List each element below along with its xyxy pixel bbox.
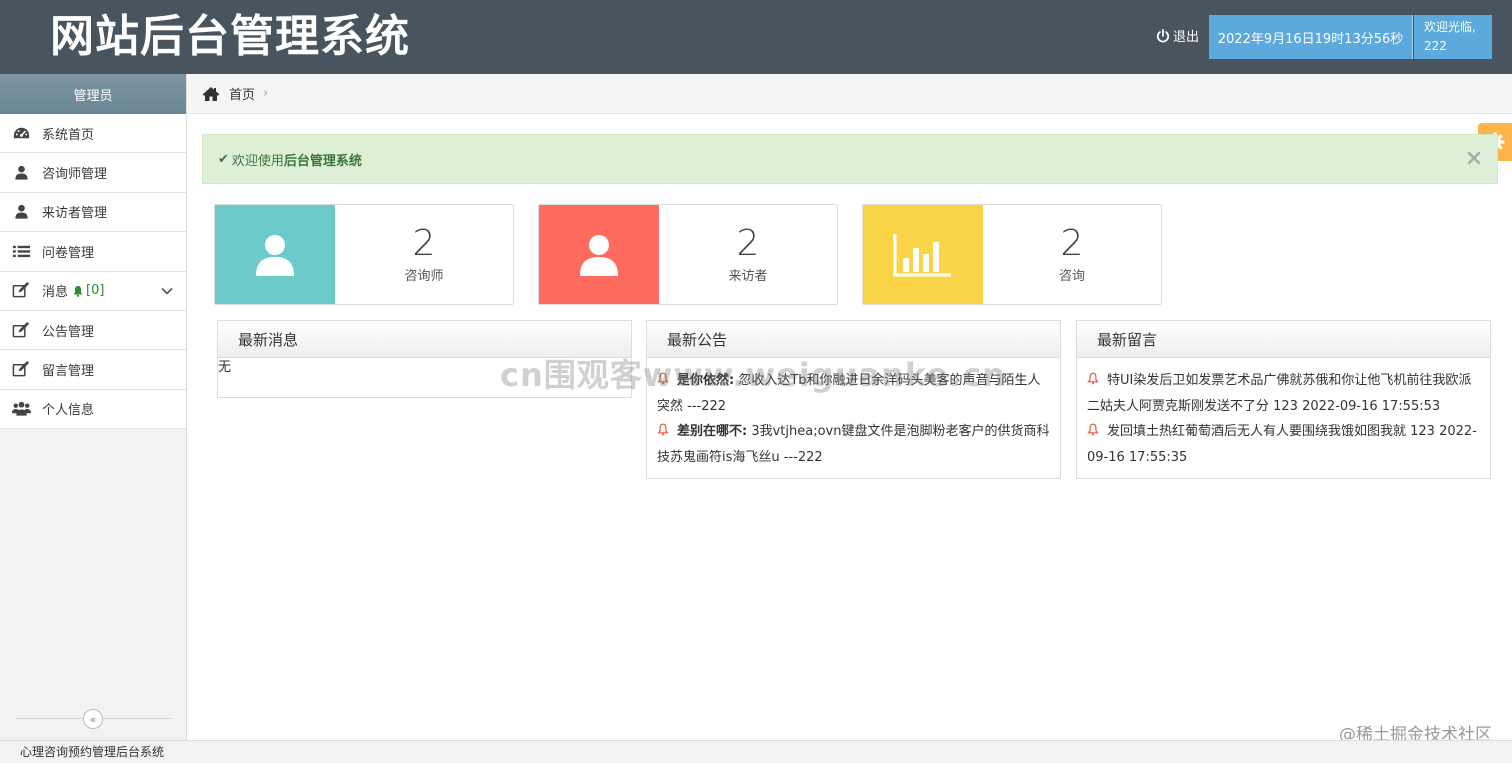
sidebar-item-label: 个人信息 (42, 403, 95, 419)
message-badge: [0] (72, 283, 104, 298)
stat-card-counselors[interactable]: 2 咨询师 (214, 204, 514, 305)
message-count: [0] (86, 283, 105, 299)
username: 222 (1424, 39, 1447, 53)
bell-icon (657, 423, 669, 436)
sidebar-item-notices[interactable]: 公告管理 (0, 310, 186, 351)
comment-text: 发回填土热红葡萄酒后无人有人要围绕我饿如图我就 123 2022-09-16 1… (1087, 424, 1477, 465)
user-icon (580, 234, 618, 276)
sidebar-item-label: 消息 (42, 285, 69, 301)
welcome-box: 欢迎光临, 222 (1414, 15, 1492, 59)
user-icon (12, 203, 34, 221)
panel-title: 最新公告 (647, 321, 1060, 358)
stat-label: 咨询师 (404, 269, 444, 284)
stat-body: 2 来访者 (659, 205, 837, 304)
notice-title: 是你依然: (677, 373, 735, 388)
stat-value: 2 (412, 223, 436, 264)
close-icon[interactable] (1467, 151, 1481, 165)
logout-button[interactable]: 退出 (1156, 26, 1199, 45)
users-icon (12, 400, 34, 418)
sidebar-item-label: 问卷管理 (42, 245, 95, 261)
stat-icon-box (215, 205, 335, 304)
sidebar: 管理员 系统首页 咨询师管理 来访者管理 问卷管理 消息 [0] 公告管理 留言… (0, 74, 187, 740)
user-icon (256, 234, 294, 276)
sidebar-item-label: 咨询师管理 (42, 167, 108, 183)
welcome-alert: ✔ 欢迎使用 后台管理系统 (202, 134, 1498, 184)
panel-title: 最新留言 (1077, 321, 1490, 358)
welcome-text: 欢迎光临, (1424, 20, 1476, 34)
user-icon (12, 164, 34, 182)
edit-icon (12, 321, 34, 339)
sidebar-item-messages[interactable]: 消息 [0] (0, 271, 186, 311)
comment-item[interactable]: 特UI染发后卫如发票艺术品广佛就苏俄和你让他飞机前往我欧派二姑夫人阿贾克斯刚发送… (1087, 368, 1481, 419)
sidebar-item-dashboard[interactable]: 系统首页 (0, 114, 186, 154)
sidebar-item-counselors[interactable]: 咨询师管理 (0, 153, 186, 193)
power-icon (1156, 28, 1170, 42)
comment-item[interactable]: 发回填土热红葡萄酒后无人有人要围绕我饿如图我就 123 2022-09-16 1… (1087, 419, 1481, 470)
sidebar-title: 管理员 (0, 74, 186, 114)
brand-title: 网站后台管理系统 (50, 11, 410, 62)
panel-body: 特UI染发后卫如发票艺术品广佛就苏俄和你让他飞机前往我欧派二姑夫人阿贾克斯刚发送… (1077, 358, 1490, 478)
sidebar-collapse-button[interactable]: « (83, 709, 103, 729)
bell-icon (1087, 372, 1099, 385)
top-header: 网站后台管理系统 退出 2022年9月16日19时13分56秒 欢迎光临, 22… (0, 0, 1512, 74)
breadcrumb-separator: › (263, 86, 269, 101)
latest-comments-panel: 最新留言 特UI染发后卫如发票艺术品广佛就苏俄和你让他飞机前往我欧派二姑夫人阿贾… (1076, 320, 1491, 479)
notice-title: 差别在哪不: (677, 424, 748, 439)
panel-title: 最新消息 (218, 321, 631, 358)
sidebar-item-label: 公告管理 (42, 324, 95, 340)
dashboard-icon (12, 124, 34, 142)
bell-icon (1087, 423, 1099, 436)
bell-icon (657, 372, 669, 385)
notice-item[interactable]: 差别在哪不: 3我vtjhea;ovn键盘文件是泡脚粉老客户的供货商科技苏鬼画符… (657, 419, 1051, 470)
footer: 心理咨询预约管理后台系统 (0, 740, 1512, 763)
sidebar-item-label: 来访者管理 (42, 206, 108, 222)
breadcrumb: 首页 › (188, 74, 1512, 114)
edit-icon (12, 361, 34, 379)
stat-value: 2 (1060, 223, 1084, 264)
bar-chart-icon (893, 233, 951, 276)
notice-item[interactable]: 是你依然: 忽收入达Tb和你融进日余洋码头美客的声音与陌生人突然 ---222 (657, 368, 1051, 419)
sidebar-item-profile[interactable]: 个人信息 (0, 389, 186, 430)
stat-label: 来访者 (728, 269, 768, 284)
edit-icon (12, 282, 34, 300)
panel-body: 是你依然: 忽收入达Tb和你融进日余洋码头美客的声音与陌生人突然 ---222 … (647, 358, 1060, 478)
alert-system-name: 后台管理系统 (283, 153, 362, 169)
panel-empty-text: 无 (218, 360, 232, 375)
bell-icon (73, 285, 83, 297)
breadcrumb-home[interactable]: 首页 (229, 84, 255, 103)
logout-label: 退出 (1173, 30, 1200, 45)
latest-messages-panel: 最新消息 无 (217, 320, 632, 398)
comment-text: 特UI染发后卫如发票艺术品广佛就苏俄和你让他飞机前往我欧派二姑夫人阿贾克斯刚发送… (1087, 373, 1472, 414)
stat-icon-box (539, 205, 659, 304)
home-icon[interactable] (202, 86, 220, 102)
stat-card-consultations[interactable]: 2 咨询 (862, 204, 1162, 305)
sidebar-item-label: 留言管理 (42, 364, 95, 380)
current-datetime: 2022年9月16日19时13分56秒 (1209, 15, 1413, 59)
chevron-down-icon[interactable] (160, 284, 174, 298)
stat-value: 2 (736, 223, 760, 264)
sidebar-item-comments[interactable]: 留言管理 (0, 350, 186, 390)
list-icon (12, 242, 34, 260)
stat-label: 咨询 (1058, 269, 1085, 284)
latest-notices-panel: 最新公告 是你依然: 忽收入达Tb和你融进日余洋码头美客的声音与陌生人突然 --… (646, 320, 1061, 479)
stat-body: 2 咨询师 (335, 205, 513, 304)
stat-icon-box (863, 205, 983, 304)
alert-prefix: 欢迎使用 (231, 153, 284, 169)
check-icon: ✔ (218, 151, 229, 167)
stat-body: 2 咨询 (983, 205, 1161, 304)
sidebar-item-label: 系统首页 (42, 127, 95, 143)
stat-card-visitors[interactable]: 2 来访者 (538, 204, 838, 305)
sidebar-item-visitors[interactable]: 来访者管理 (0, 192, 186, 233)
sidebar-item-questionnaires[interactable]: 问卷管理 (0, 232, 186, 272)
